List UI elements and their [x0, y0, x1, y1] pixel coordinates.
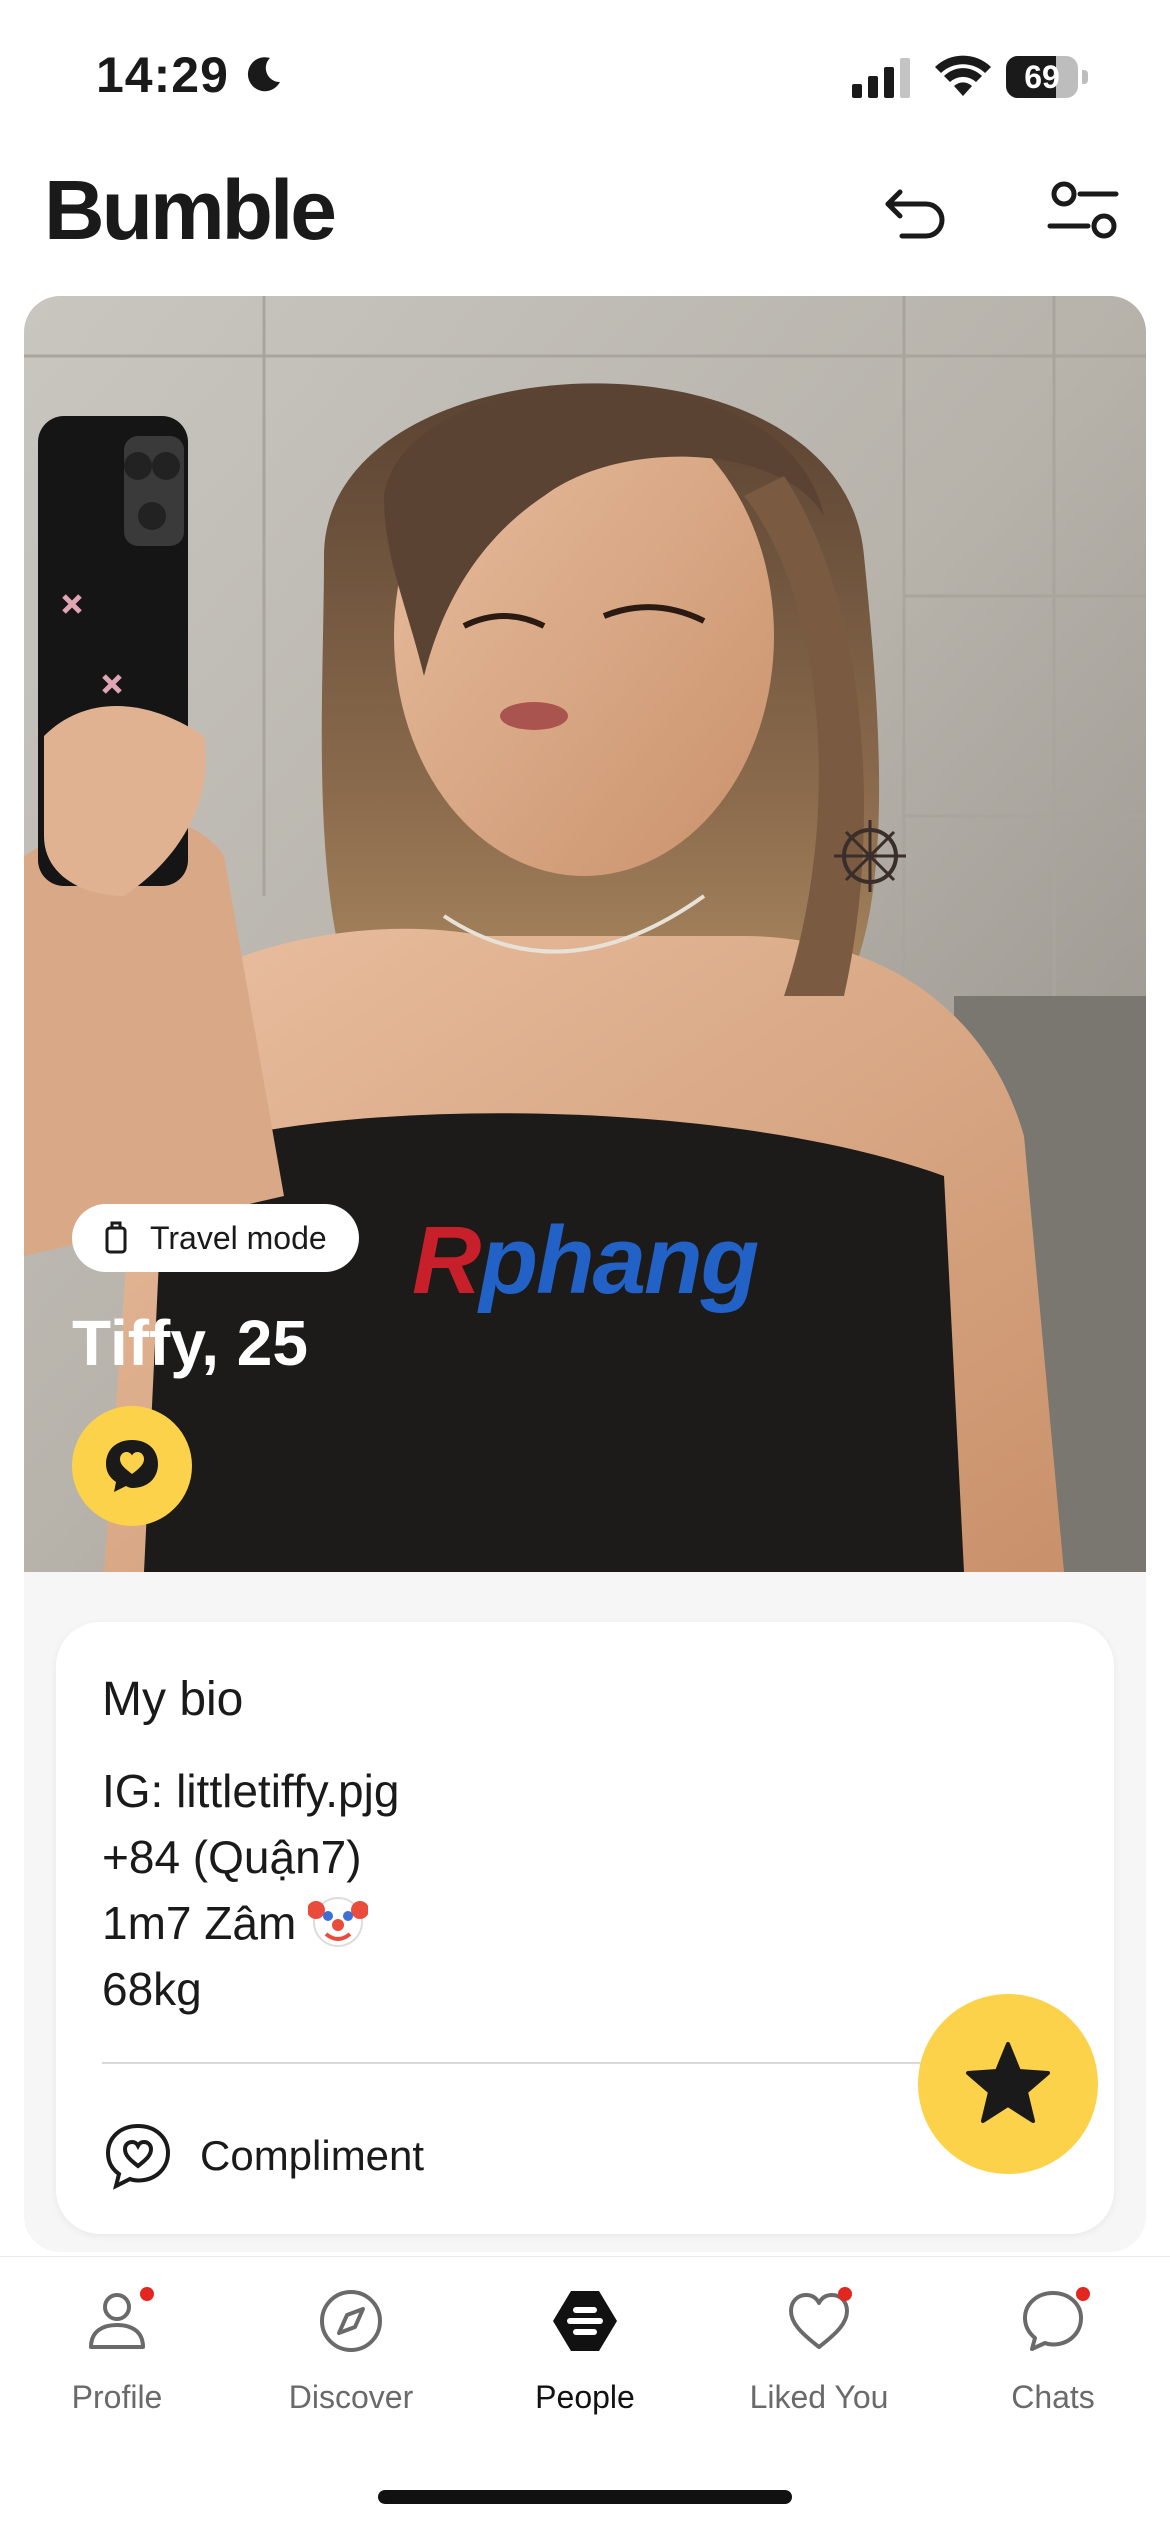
tab-label: Discover [288, 2379, 414, 2415]
tab-label: Liked You [749, 2379, 889, 2415]
status-bar: 14:29 69 [0, 0, 1170, 150]
bio-divider [102, 2062, 922, 2064]
bio-line: IG: littletiffy.pjg [102, 1765, 400, 1817]
status-time: 14:29 [96, 47, 229, 103]
battery-level: 69 [1024, 59, 1060, 95]
app-header: Bumble [0, 150, 1170, 290]
compliment-row-button[interactable]: Compliment [102, 2116, 424, 2196]
home-indicator [378, 2490, 792, 2504]
battery-cap [1082, 70, 1088, 84]
battery-indicator: 69 [1006, 56, 1088, 98]
moon-icon [247, 57, 280, 92]
wifi-icon [935, 55, 991, 96]
compliment-button[interactable] [72, 1406, 192, 1526]
tab-profile[interactable]: Profile [0, 2287, 234, 2427]
tab-label: Chats [1011, 2379, 1095, 2415]
undo-icon[interactable] [878, 170, 958, 250]
compliment-label: Compliment [200, 2132, 425, 2179]
bio-line: +84 (Quận7) [102, 1831, 362, 1883]
star-icon [966, 2042, 1050, 2123]
tab-label: Profile [71, 2379, 163, 2415]
battery-body: 69 [1006, 56, 1078, 98]
compass-icon [320, 2290, 382, 2352]
notification-dot [1076, 2287, 1090, 2301]
luggage-icon [105, 1221, 127, 1254]
tab-people[interactable]: People [468, 2287, 702, 2427]
notification-dot [838, 2287, 852, 2301]
watermark-rest: phang [479, 1207, 759, 1314]
tab-chats[interactable]: Chats [936, 2287, 1170, 2427]
tab-liked-you[interactable]: Liked You [702, 2287, 936, 2427]
profile-name-age: Tiffy, 25 [72, 1307, 308, 1379]
watermark-first-letter: R [412, 1207, 481, 1314]
profile-photo-card[interactable]: Travel mode Rphang Tiffy, 25 [24, 296, 1146, 1572]
compliment-icon [105, 2123, 171, 2190]
cellular-signal-icon [852, 58, 910, 98]
app-logo: Bumble [44, 163, 337, 257]
compliment-heart-bubble-icon [106, 1440, 158, 1492]
tab-label: People [535, 2379, 635, 2415]
tab-discover[interactable]: Discover [234, 2287, 468, 2427]
travel-mode-label: Travel mode [150, 1219, 327, 1256]
watermark-text: Rphang [412, 1206, 759, 1316]
bio-title: My bio [102, 1673, 244, 1726]
clown-face-emoji-icon [308, 1897, 368, 1947]
notification-dot [140, 2287, 154, 2301]
bumble-hive-icon [553, 2291, 617, 2351]
bio-line: 68kg [102, 1963, 202, 2015]
profile-photo [24, 296, 1146, 1572]
superswipe-star-button[interactable] [918, 1994, 1098, 2174]
filter-icon[interactable] [1044, 170, 1124, 250]
travel-mode-badge: Travel mode [72, 1204, 359, 1272]
